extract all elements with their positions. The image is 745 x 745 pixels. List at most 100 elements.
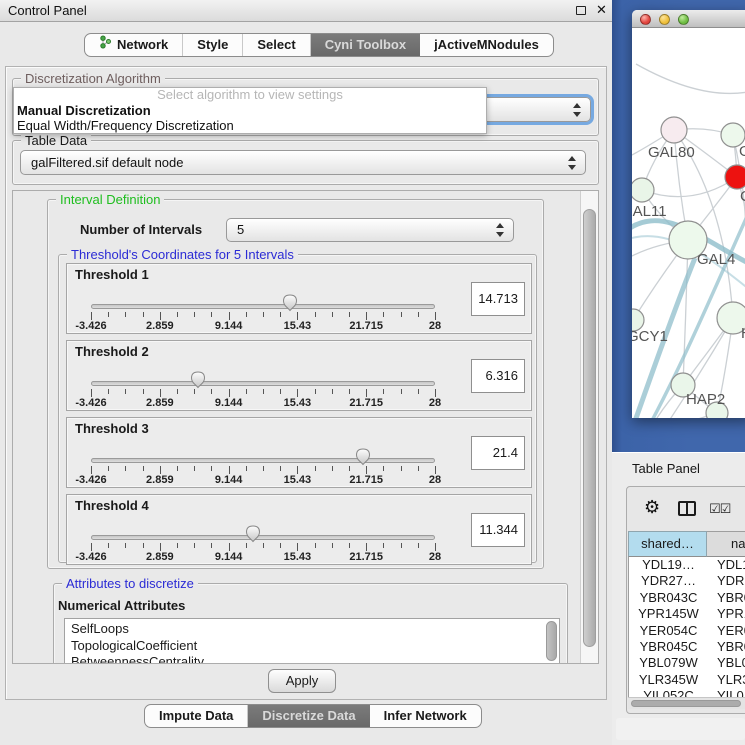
cell-name: YLR3: [717, 672, 745, 688]
table-row[interactable]: YER054CYER0: [629, 623, 745, 639]
slider-tick: [91, 466, 92, 474]
slider-tick: [177, 466, 178, 471]
slider-tick: [194, 543, 195, 548]
slider-track[interactable]: [91, 381, 435, 386]
close-icon[interactable]: ✕: [596, 2, 607, 18]
table-panel-footer: [616, 718, 745, 740]
slider-scale-label: 28: [413, 551, 457, 563]
network-node-label: GA: [739, 143, 745, 160]
slider-track[interactable]: [91, 535, 435, 540]
threshold-value-field[interactable]: 6.316: [471, 359, 525, 393]
table-row[interactable]: YBL079WYBL0: [629, 655, 745, 671]
network-node[interactable]: [661, 117, 687, 143]
settings-scrollbar[interactable]: [580, 191, 598, 663]
threshold-panel-3: Threshold 3-3.4262.8599.14415.4321.71528…: [66, 417, 532, 488]
close-traffic-light[interactable]: [640, 14, 651, 25]
network-window-titlebar[interactable]: [632, 10, 745, 28]
network-view[interactable]: GAL80GACGAL11GAL4GCY1HHAP2: [632, 29, 745, 418]
apply-button[interactable]: Apply: [268, 669, 336, 693]
dropdown-option-equal-width-frequency[interactable]: Equal Width/Frequency Discretization: [14, 118, 486, 133]
dropdown-option-manual-discretization[interactable]: Manual Discretization: [14, 103, 486, 118]
slider-tick: [435, 543, 436, 551]
gear-icon[interactable]: ⚙: [644, 497, 660, 517]
float-window-icon[interactable]: [576, 6, 586, 15]
slider-tick: [229, 389, 230, 397]
cell-shared-name: YER054C: [629, 623, 708, 639]
cell-shared-name: YLR345W: [629, 672, 708, 688]
table-hscrollbar-thumb[interactable]: [631, 700, 741, 707]
tab-network[interactable]: Network: [85, 34, 183, 56]
table-data-combobox[interactable]: galFiltered.sif default node: [20, 150, 586, 175]
threshold-value-field[interactable]: 14.713: [471, 282, 525, 316]
slider-scale-label: 9.144: [207, 397, 251, 409]
table-row[interactable]: YBR045CYBR0: [629, 639, 745, 655]
slider-track[interactable]: [91, 458, 435, 463]
table-row[interactable]: YIL052CYIL0: [629, 688, 745, 697]
slider-tick: [143, 466, 144, 471]
network-node[interactable]: [725, 165, 745, 189]
control-panel-titlebar[interactable]: Control Panel ✕: [0, 0, 612, 22]
slider-tick: [315, 389, 316, 394]
network-edge: [636, 64, 745, 93]
algorithm-dropdown-popup: Select algorithm to view settings Manual…: [13, 87, 487, 134]
slider-tick: [297, 543, 298, 551]
table-row[interactable]: YLR345W YLR3: [629, 672, 745, 688]
slider-tick: [263, 389, 264, 394]
slider-tick: [435, 389, 436, 397]
slider-thumb[interactable]: [282, 294, 298, 312]
tab-jactivemnodules[interactable]: jActiveMNodules: [420, 34, 553, 56]
threshold-value-field[interactable]: 21.4: [471, 436, 525, 470]
tab-discretize-data[interactable]: Discretize Data: [248, 705, 369, 727]
table-row[interactable]: YDL19…YDL1: [629, 557, 745, 573]
slider-track[interactable]: [91, 304, 435, 309]
column-view-icon[interactable]: [678, 501, 696, 516]
slider-scale-label: 28: [413, 397, 457, 409]
slider-thumb[interactable]: [245, 525, 261, 543]
slider-scale-label: -3.426: [69, 551, 113, 563]
table-hscrollbar[interactable]: [628, 697, 745, 709]
slider-tick: [315, 543, 316, 548]
settings-scrollbar-thumb[interactable]: [583, 209, 596, 647]
select-columns-icon[interactable]: ☑☑: [709, 501, 730, 517]
settings-scrollpane: Interval Definition Number of Intervals …: [12, 190, 599, 664]
attribute-item-selfloops[interactable]: SelfLoops: [65, 621, 559, 638]
slider-tick: [280, 543, 281, 548]
slider-scale-label: 9.144: [207, 320, 251, 332]
attribute-item-betweennesscentrality[interactable]: BetweennessCentrality: [65, 654, 559, 664]
list-scrollbar-thumb[interactable]: [546, 621, 557, 661]
threshold-label: Threshold 2: [75, 344, 149, 359]
number-of-intervals-spinner[interactable]: 5: [226, 218, 514, 242]
numerical-attributes-label: Numerical Attributes: [58, 598, 185, 613]
attribute-item-topologicalcoefficient[interactable]: TopologicalCoefficient: [65, 638, 559, 655]
table-panel-title: Table Panel: [632, 461, 700, 476]
slider-tick: [418, 389, 419, 394]
slider-scale-label: 21.715: [344, 397, 388, 409]
network-node-label: GAL80: [648, 144, 695, 161]
cell-shared-name: YDL19…: [629, 557, 708, 573]
network-node[interactable]: [632, 178, 654, 202]
slider-tick: [177, 543, 178, 548]
control-panel-tabs: NetworkStyleSelectCyni ToolboxjActiveMNo…: [84, 33, 554, 57]
zoom-traffic-light[interactable]: [678, 14, 689, 25]
tab-style[interactable]: Style: [183, 34, 243, 56]
group-title: Interval Definition: [56, 192, 164, 207]
column-header-shared-name[interactable]: shared…: [628, 531, 707, 557]
tab-select[interactable]: Select: [243, 34, 310, 56]
network-node-label: GAL4: [697, 251, 735, 268]
table-row[interactable]: YBR043CYBR0: [629, 590, 745, 606]
minimize-traffic-light[interactable]: [659, 14, 670, 25]
table-row[interactable]: YDR27…YDR2: [629, 573, 745, 589]
cell-shared-name: YIL052C: [629, 688, 708, 697]
slider-thumb[interactable]: [355, 448, 371, 466]
tab-cyni-toolbox[interactable]: Cyni Toolbox: [311, 34, 420, 56]
slider-thumb[interactable]: [190, 371, 206, 389]
threshold-label: Threshold 1: [75, 267, 149, 282]
column-header-name[interactable]: na: [707, 531, 745, 557]
slider-tick: [418, 466, 419, 471]
tab-infer-network[interactable]: Infer Network: [370, 705, 481, 727]
slider-tick: [280, 389, 281, 394]
table-row[interactable]: YPR145WYPR1: [629, 606, 745, 622]
threshold-value-field[interactable]: 11.344: [471, 513, 525, 547]
tab-impute-data[interactable]: Impute Data: [145, 705, 248, 727]
network-node-label: GAL11: [632, 203, 667, 220]
